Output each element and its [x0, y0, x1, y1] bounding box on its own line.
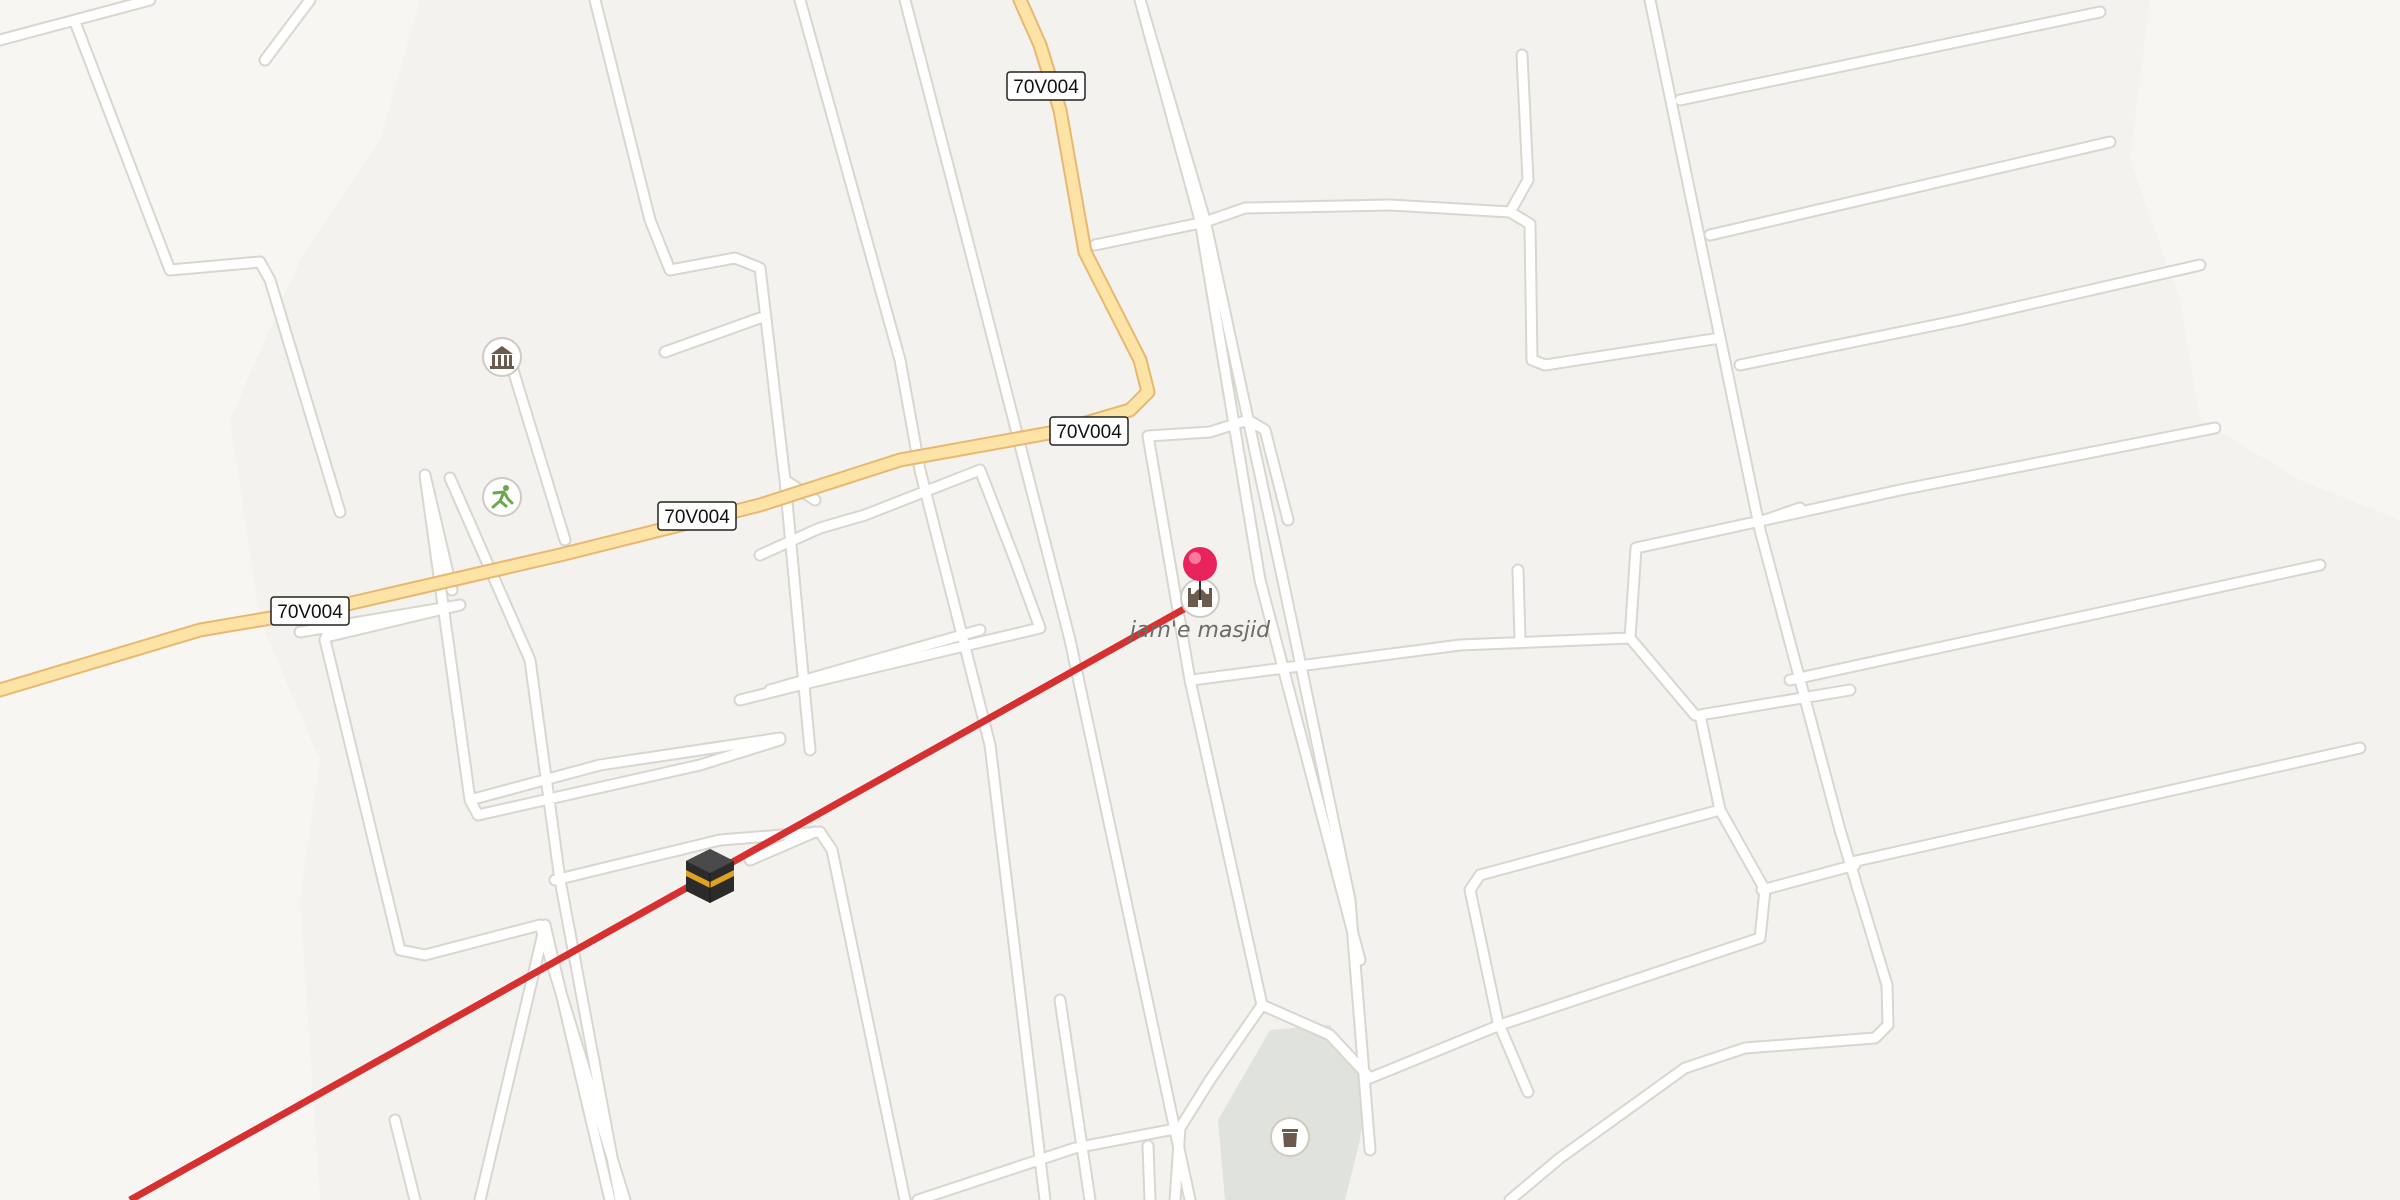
place-label: jam'e masjid [1127, 618, 1271, 643]
road-shield: 70V004 [657, 501, 737, 531]
road-shield: 70V004 [270, 596, 350, 626]
map-canvas[interactable]: 70V004 70V004 70V004 70V004 jam'e masjid [0, 0, 2400, 1200]
road-shield: 70V004 [1049, 416, 1129, 446]
road-shield-label: 70V004 [1056, 422, 1122, 443]
cemetery-icon[interactable] [1270, 1117, 1310, 1157]
road-shield: 70V004 [1006, 71, 1086, 101]
road-shield-label: 70V004 [1013, 77, 1079, 98]
sports-icon[interactable] [482, 477, 522, 517]
road-shield-label: 70V004 [277, 602, 343, 623]
road-shield-label: 70V004 [664, 507, 730, 528]
monument-icon[interactable] [482, 337, 522, 377]
kaaba-icon[interactable] [686, 849, 734, 903]
